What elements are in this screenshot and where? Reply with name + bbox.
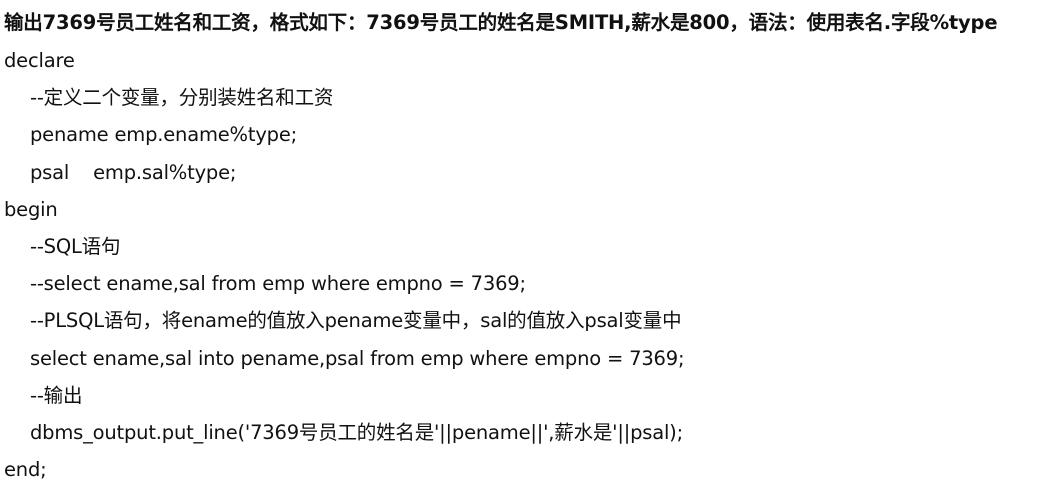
code-line-comment-sql: --SQL语句 bbox=[30, 234, 121, 258]
code-line-put-line: dbms_output.put_line('7369号员工的姓名是'||pena… bbox=[30, 420, 683, 444]
code-block: declare --定义二个变量，分别装姓名和工资 pename emp.ena… bbox=[0, 42, 1046, 488]
code-line-declare: declare bbox=[4, 49, 75, 72]
code-line-end: end; bbox=[4, 458, 47, 482]
code-line-select-into: select ename,sal into pename,psal from e… bbox=[30, 346, 685, 370]
code-line-psal-decl: psal emp.sal%type; bbox=[30, 160, 237, 184]
code-line-pename-decl: pename emp.ename%type; bbox=[30, 123, 298, 147]
document-page: 输出7369号员工姓名和工资，格式如下：7369号员工的姓名是SMITH,薪水是… bbox=[0, 0, 1046, 487]
code-line-begin: begin bbox=[4, 197, 58, 221]
code-line-comment-select: --select ename,sal from emp where empno … bbox=[30, 272, 526, 296]
code-line-comment-define: --定义二个变量，分别装姓名和工资 bbox=[30, 86, 334, 110]
code-line-comment-output: --输出 bbox=[30, 383, 83, 407]
page-title: 输出7369号员工姓名和工资，格式如下：7369号员工的姓名是SMITH,薪水是… bbox=[4, 11, 998, 34]
code-line-comment-plsql: --PLSQL语句，将ename的值放入pename变量中，sal的值放入psa… bbox=[30, 309, 682, 333]
